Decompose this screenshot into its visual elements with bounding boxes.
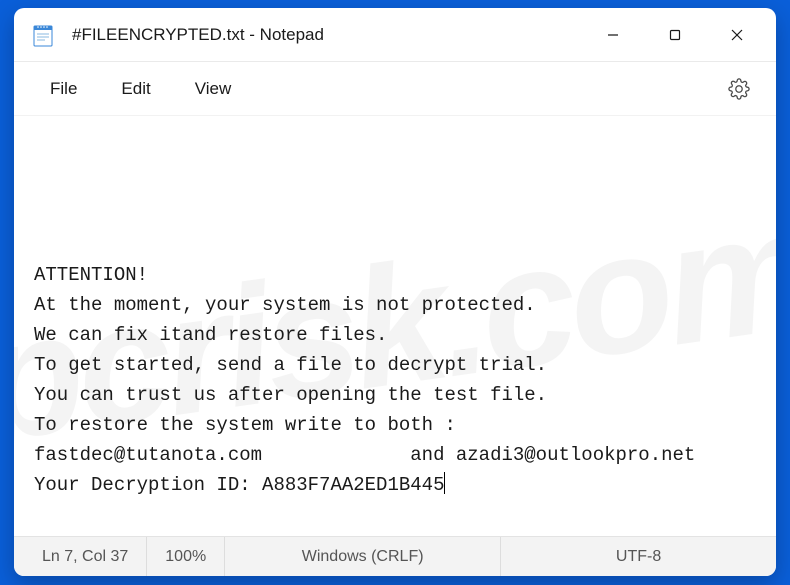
close-button[interactable] (706, 13, 768, 57)
text-line: fastdec@tutanota.com and azadi3@outlookp… (34, 444, 695, 466)
window-title: #FILEENCRYPTED.txt - Notepad (72, 25, 582, 45)
titlebar: #FILEENCRYPTED.txt - Notepad (14, 8, 776, 62)
notepad-icon (32, 22, 54, 48)
text-line: ATTENTION! (34, 264, 148, 286)
window-controls (582, 13, 768, 57)
status-line-ending: Windows (CRLF) (225, 537, 501, 576)
text-line: Your Decryption ID: A883F7AA2ED1B445 (34, 474, 444, 496)
text-cursor (444, 472, 445, 494)
statusbar: Ln 7, Col 37 100% Windows (CRLF) UTF-8 (14, 536, 776, 576)
text-line: We can fix itand restore files. (34, 324, 387, 346)
menu-view[interactable]: View (173, 71, 254, 107)
gear-icon (728, 78, 750, 100)
text-line: To get started, send a file to decrypt t… (34, 354, 547, 376)
menu-file[interactable]: File (28, 71, 99, 107)
maximize-button[interactable] (644, 13, 706, 57)
text-line: You can trust us after opening the test … (34, 384, 547, 406)
notepad-window: #FILEENCRYPTED.txt - Notepad File E (14, 8, 776, 576)
text-line: To restore the system write to both : (34, 414, 456, 436)
minimize-button[interactable] (582, 13, 644, 57)
menu-edit[interactable]: Edit (99, 71, 172, 107)
menubar: File Edit View (14, 62, 776, 116)
settings-button[interactable] (716, 70, 762, 108)
status-encoding: UTF-8 (501, 537, 776, 576)
status-position: Ln 7, Col 37 (14, 537, 147, 576)
text-area[interactable]: pcrisk.com ATTENTION! At the moment, you… (14, 116, 776, 536)
status-zoom[interactable]: 100% (147, 537, 225, 576)
text-line: At the moment, your system is not protec… (34, 294, 536, 316)
